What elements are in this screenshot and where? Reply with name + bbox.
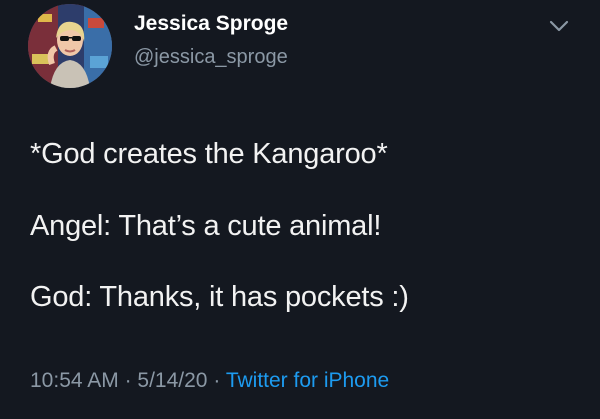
tweet-time[interactable]: 10:54 AM xyxy=(30,369,119,392)
meta-separator: · xyxy=(213,369,221,392)
tweet-card: Jessica Sproge @jessica_sproge *God crea… xyxy=(0,0,600,419)
tweet-date[interactable]: 5/14/20 xyxy=(137,369,207,392)
chevron-down-icon[interactable] xyxy=(548,18,570,34)
avatar-image xyxy=(28,4,112,88)
tweet-text-line: God: Thanks, it has pockets :) xyxy=(30,281,409,313)
avatar[interactable] xyxy=(28,4,112,88)
author-name[interactable]: Jessica Sproge xyxy=(134,12,288,36)
tweet-meta: 10:54 AM · 5/14/20 · Twitter for iPhone xyxy=(30,369,389,393)
tweet-text-line: *God creates the Kangaroo* xyxy=(30,138,388,170)
author-handle[interactable]: @jessica_sproge xyxy=(134,46,288,69)
tweet-source-link[interactable]: Twitter for iPhone xyxy=(226,369,389,392)
meta-separator: · xyxy=(124,369,132,392)
tweet-text-line: Angel: That’s a cute animal! xyxy=(30,210,382,242)
